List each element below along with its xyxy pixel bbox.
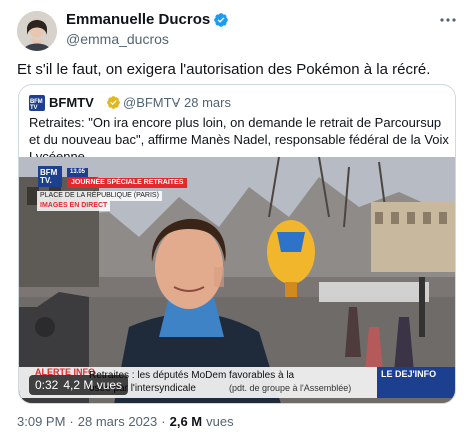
video-views: 4,2 M vues [63,378,123,392]
tweet-date[interactable]: 28 mars 2023 [78,414,158,429]
bfmtv-channel-badge: BFM TV. [38,166,62,187]
broadcast-location: PLACE DE LA RÉPUBLIQUE (PARIS) [37,191,162,201]
ticker-line-2-note: (pdt. de groupe à l'Assemblée) [229,383,352,393]
quoted-author-name[interactable]: BFMTV [49,95,94,110]
show-name-text: LE DEJ'INFO [381,369,437,379]
video-duration: 0:32 [35,378,59,392]
author-name[interactable]: Emmanuelle Ducros [66,11,229,28]
bfmtv-logo[interactable]: BFM TV [29,95,45,111]
broadcast-banner: JOURNÉE SPÉCIALE RETRAITES [67,178,188,188]
verified-badge-icon [214,12,229,27]
author-handle[interactable]: @emma_ducros [66,31,169,47]
quoted-date[interactable]: 28 mars [184,95,231,110]
bfmtv-logo-text: BFM TV [30,99,43,111]
broadcast-time: 13.05 [67,168,89,177]
quoted-tweet[interactable]: BFM TV BFMTV @BFMTV · 28 mars Retraites:… [18,84,456,404]
video-player[interactable]: BFM TV. 13.05 JOURNÉE SPÉCIALE RETRAITES… [19,157,455,403]
show-name-badge: LE DEJ'INFO [377,367,455,398]
author-name-text[interactable]: Emmanuelle Ducros [66,11,210,28]
live-label: IMAGES EN DIRECT [37,201,111,211]
separator: · [174,95,179,110]
tweet-time[interactable]: 3:09 PM [17,414,65,429]
views-label: vues [206,414,234,429]
video-duration-views-chip: 0:32 4,2 M vues [29,375,129,395]
gold-verified-badge-icon [107,96,120,109]
avatar[interactable] [17,11,57,51]
tweet: Emmanuelle Ducros @emma_ducros Et s'il l… [0,0,474,438]
tweet-text: Et s'il le faut, on exigera l'autorisati… [17,61,431,78]
tweet-meta: 3:09 PM · 28 mars 2023 · 2,6 M vues [17,414,234,429]
quoted-author-handle[interactable]: @BFMTV [123,95,180,110]
separator: · [161,414,166,429]
separator: · [69,414,74,429]
more-horizontal-icon[interactable] [436,10,460,30]
channel-badge-text: BFM TV. [40,168,58,185]
views-count: 2,6 M [169,414,203,429]
